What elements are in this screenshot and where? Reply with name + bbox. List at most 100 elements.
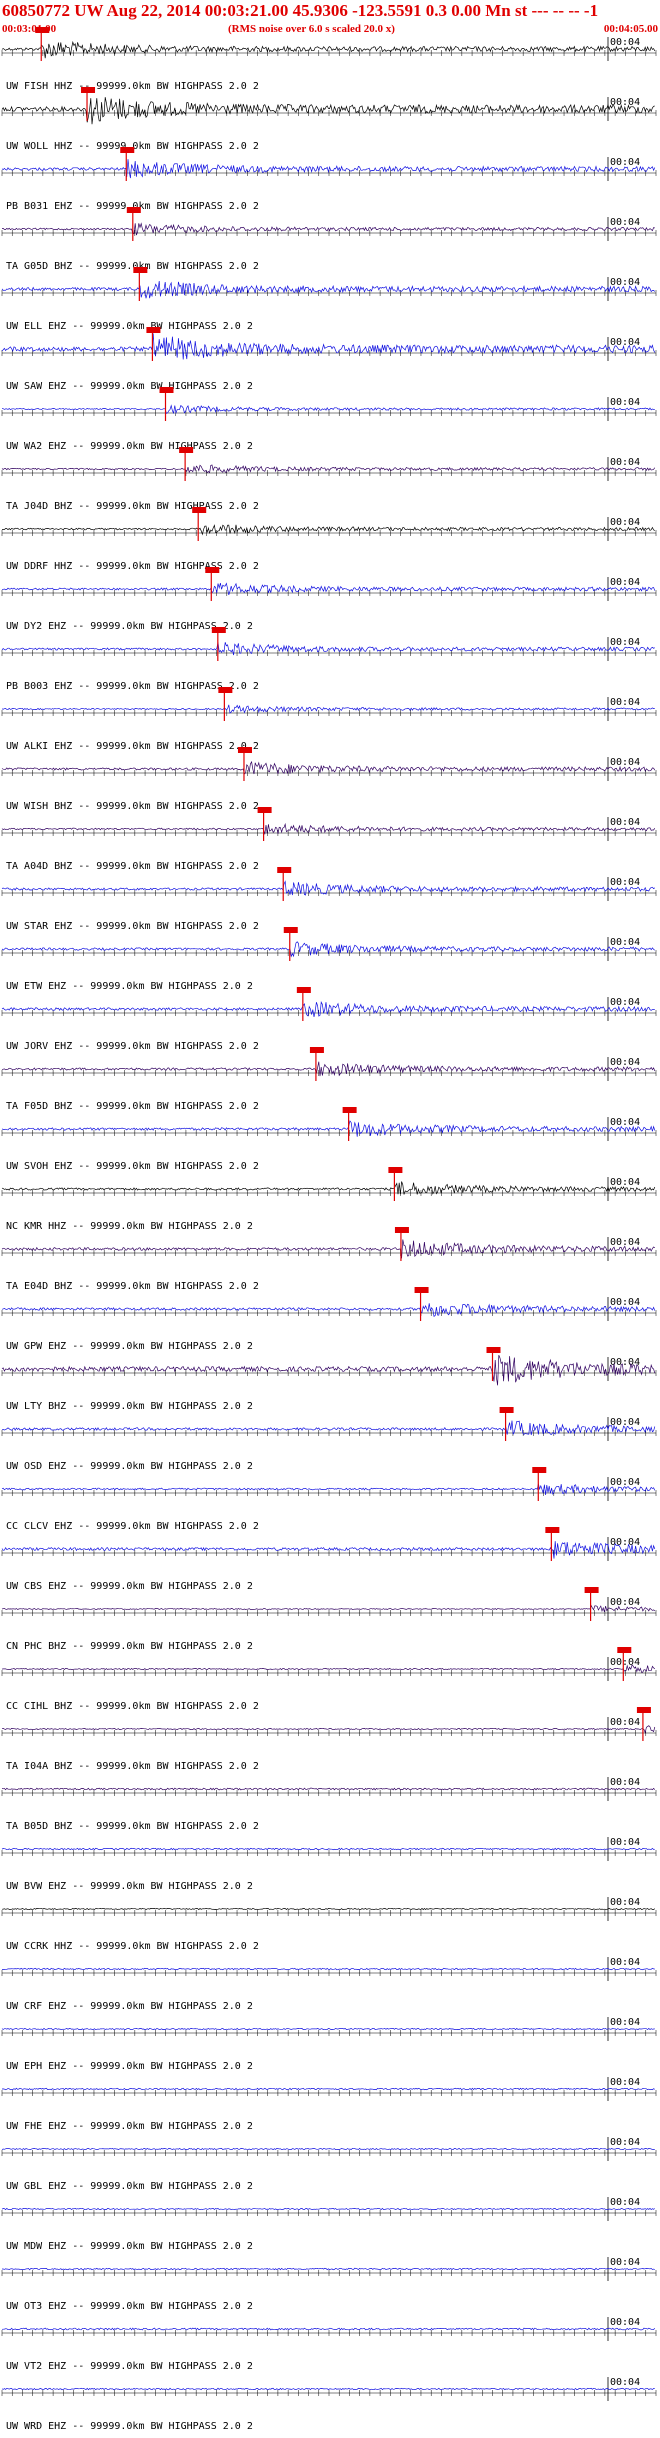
minute-label: 00:04 — [610, 637, 640, 648]
waveform — [1, 40, 656, 59]
trace-row: 00:04 UW MDW EHZ -- 99999.0km BW HIGHPASS… — [1, 2197, 657, 2252]
waveform — [1, 1001, 655, 1017]
station-label: CN PHC BHZ -- 99999.0km BW HIGHPASS 2.0 … — [6, 1641, 253, 1652]
minute-label: 00:04 — [610, 97, 640, 108]
minute-label: 00:04 — [610, 2137, 640, 2148]
trace-row: 00:04 NC KMR HHZ -- 99999.0km BW HIGHPASS… — [1, 1167, 657, 1232]
pick-flag — [120, 147, 135, 153]
pick-flag — [617, 1647, 632, 1653]
minute-label: 00:04 — [610, 1657, 640, 1668]
trace-row: 00:04 CN PHC BHZ -- 99999.0km BW HIGHPASS… — [1, 1587, 657, 1652]
station-label: UW WRD EHZ -- 99999.0km BW HIGHPASS 2.0 … — [6, 2421, 253, 2432]
station-label: UW EPH EHZ -- 99999.0km BW HIGHPASS 2.0 … — [6, 2061, 253, 2072]
waveform — [1, 1967, 655, 1971]
minute-label: 00:04 — [610, 2077, 640, 2088]
pick-flag — [309, 1047, 324, 1053]
pick-flag — [211, 627, 226, 633]
trace-row: 00:04 UW GPW EHZ -- 99999.0km BW HIGHPASS… — [1, 1287, 657, 1352]
station-label: TA B05D BHZ -- 99999.0km BW HIGHPASS 2.0… — [6, 1821, 259, 1832]
minute-label: 00:04 — [610, 2377, 640, 2388]
station-label: UW JORV EHZ -- 99999.0km BW HIGHPASS 2.0… — [6, 1041, 259, 1052]
minute-label: 00:04 — [610, 157, 640, 168]
waveform — [1, 333, 656, 360]
seismogram-panel: 00:04 UW FISH HHZ -- 99999.0km BW HIGHPAS… — [1, 27, 657, 2432]
trace-row: 00:04PB B031 EHZ -- 99999.0km BW HIGHPAS… — [1, 147, 657, 212]
trace-row: 00:04 UW WISH BHZ -- 99999.0km BW HIGHPAS… — [1, 747, 657, 812]
station-label: UW MDW EHZ -- 99999.0km BW HIGHPASS 2.0 … — [6, 2241, 253, 2252]
trace-row: 00:04UW OSD EHZ -- 99999.0km BW HIGHPASS… — [1, 1407, 657, 1472]
station-label: TA J04D BHZ -- 99999.0km BW HIGHPASS 2.0… — [6, 501, 259, 512]
pick-flag — [499, 1407, 514, 1413]
trace-row: 00:04 TA G05D BHZ -- 99999.0km BW HIGHPAS… — [1, 207, 657, 272]
pick-flag — [388, 1167, 403, 1173]
pick-flag — [283, 927, 298, 933]
station-label: UW VT2 EHZ -- 99999.0km BW HIGHPASS 2.0 … — [6, 2361, 253, 2372]
trace-row: 00:04 UW JORV EHZ -- 99999.0km BW HIGHPAS… — [1, 987, 657, 1052]
waveform — [1, 404, 655, 415]
minute-label: 00:04 — [610, 1957, 640, 1968]
pick-flag — [237, 747, 252, 753]
station-label: CC CLCV EHZ -- 99999.0km BW HIGHPASS 2.0… — [6, 1521, 259, 1532]
waveform — [1, 1907, 656, 1911]
station-label: UW FISH HHZ -- 99999.0km BW HIGHPASS 2.0… — [6, 81, 259, 92]
station-label: UW GBL EHZ -- 99999.0km BW HIGHPASS 2.0 … — [6, 2181, 253, 2192]
trace-row: 00:04 UW OT3 EHZ -- 99999.0km BW HIGHPASS… — [1, 2257, 657, 2312]
pick-flag — [192, 507, 207, 513]
minute-label: 00:04 — [610, 2017, 640, 2028]
station-label: UW GPW EHZ -- 99999.0km BW HIGHPASS 2.0 … — [6, 1341, 253, 1352]
pick-flag — [486, 1347, 501, 1353]
pick-flag — [636, 1707, 651, 1713]
waveform — [1, 280, 656, 299]
trace-row: 00:04UW ELL EHZ -- 99999.0km BW HIGHPASS… — [1, 267, 657, 332]
pick-flag — [35, 27, 50, 33]
station-label: UW ALKI EHZ -- 99999.0km BW HIGHPASS 2.0… — [6, 741, 259, 752]
trace-row: 00:04 UW EPH EHZ -- 99999.0km BW HIGHPASS… — [1, 2017, 657, 2072]
waveform — [1, 1303, 656, 1318]
trace-row: 00:04 UW WA2 EHZ -- 99999.0km BW HIGHPASS… — [1, 387, 657, 452]
minute-label: 00:04 — [610, 817, 640, 828]
pick-flag — [257, 807, 272, 813]
minute-label: 00:04 — [610, 577, 640, 588]
waveform — [1, 1664, 656, 1673]
minute-label: 00:04 — [610, 1777, 640, 1788]
minute-label: 00:04 — [610, 1837, 640, 1848]
trace-row: 00:04 UW FISH HHZ -- 99999.0km BW HIGHPAS… — [1, 27, 657, 92]
minute-label: 00:04 — [610, 1597, 640, 1608]
station-label: UW WISH BHZ -- 99999.0km BW HIGHPASS 2.0… — [6, 801, 259, 812]
pick-flag — [584, 1587, 599, 1593]
trace-row: 00:04 UW DDRF HHZ -- 99999.0km BW HIGHPAS… — [1, 507, 657, 572]
waveform — [1, 1847, 655, 1851]
waveform — [1, 1239, 655, 1259]
minute-label: 00:04 — [610, 337, 640, 348]
pick-flag — [277, 867, 292, 873]
pick-flag — [133, 267, 148, 273]
station-label: UW OSD EHZ -- 99999.0km BW HIGHPASS 2.0 … — [6, 1461, 253, 1472]
waveform — [1, 1604, 656, 1613]
waveform — [1, 1355, 656, 1386]
station-label: TA A04D BHZ -- 99999.0km BW HIGHPASS 2.0… — [6, 861, 259, 872]
station-label: CC CIHL BHZ -- 99999.0km BW HIGHPASS 2.0… — [6, 1701, 259, 1712]
pick-flag — [179, 447, 194, 453]
pick-flag — [296, 987, 311, 993]
waveform — [1, 704, 655, 714]
minute-label: 00:04 — [610, 397, 640, 408]
minute-label: 00:04 — [610, 1177, 640, 1188]
station-label: UW WA2 EHZ -- 99999.0km BW HIGHPASS 2.0 … — [6, 441, 253, 452]
minute-label: 00:04 — [610, 217, 640, 228]
minute-label: 00:04 — [610, 1897, 640, 1908]
waveform — [1, 1120, 656, 1137]
pick-flag — [414, 1287, 429, 1293]
trace-row: 00:04 UW WRD EHZ -- 99999.0km BW HIGHPASS… — [1, 2377, 657, 2432]
waveform — [1, 2327, 656, 2331]
station-label: UW SVOH EHZ -- 99999.0km BW HIGHPASS 2.0… — [6, 1161, 259, 1172]
station-label: UW BVW EHZ -- 99999.0km BW HIGHPASS 2.0 … — [6, 1881, 253, 1892]
minute-label: 00:04 — [610, 1057, 640, 1068]
station-label: UW SAW EHZ -- 99999.0km BW HIGHPASS 2.0 … — [6, 381, 253, 392]
waveform — [1, 941, 655, 958]
waveform — [1, 464, 656, 474]
minute-label: 00:04 — [610, 1297, 640, 1308]
waveform — [1, 1181, 656, 1195]
trace-row: 00:04UW WOLL HHZ -- 99999.0km BW HIGHPAS… — [1, 87, 657, 152]
minute-label: 00:04 — [610, 37, 640, 48]
minute-label: 00:04 — [610, 697, 640, 708]
